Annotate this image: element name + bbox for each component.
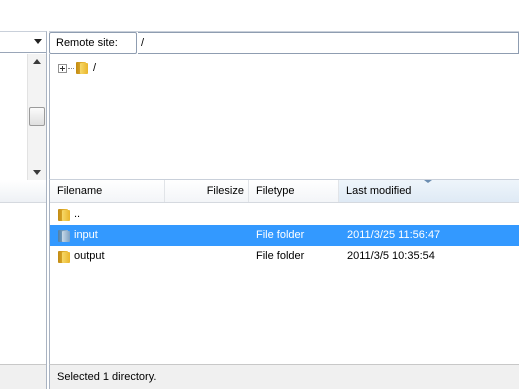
list-item-parent-dir[interactable]: .. [50, 204, 519, 225]
cell-filesize [165, 204, 249, 225]
cell-filetype: File folder [256, 250, 305, 262]
remote-status-bar: Selected 1 directory. [49, 364, 519, 389]
cell-filesize [165, 246, 249, 267]
scrollbar-thumb[interactable] [29, 107, 45, 126]
folder-icon [57, 250, 71, 264]
list-item-input[interactable]: input File folder 2011/3/25 11:56:47 [50, 225, 519, 246]
cell-filename: output [50, 246, 165, 267]
filename-text: input [74, 229, 98, 241]
cell-filetype [249, 204, 339, 225]
cell-last-modified [339, 204, 519, 225]
scroll-up-arrow-icon[interactable] [33, 59, 41, 64]
column-header-filesize[interactable]: Filesize [165, 180, 249, 202]
column-header-last-modified-label: Last modified [346, 185, 412, 197]
status-text: Selected 1 directory. [57, 371, 157, 383]
list-header: Filename Filesize Filetype Last modified [50, 180, 519, 203]
tree-node-label: / [93, 62, 97, 74]
remote-file-list: Filename Filesize Filetype Last modified… [49, 180, 519, 364]
list-item-output[interactable]: output File folder 2011/3/5 10:35:54 [50, 246, 519, 267]
cell-last-modified: 2011/3/25 11:56:47 [347, 229, 441, 241]
column-header-filetype[interactable]: Filetype [249, 180, 339, 202]
folder-icon [57, 208, 71, 222]
local-list-header [0, 180, 46, 203]
local-pane-file-list [0, 180, 47, 389]
remote-site-bar: Remote site: / [49, 31, 519, 54]
filename-text: output [74, 250, 105, 262]
local-status-bar [0, 364, 46, 389]
local-tree-scrollbar[interactable] [27, 54, 46, 181]
column-header-last-modified[interactable]: Last modified [339, 180, 519, 202]
file-rows: .. input File folder 2011/3/25 11:56:47 … [50, 204, 519, 267]
folder-icon [57, 229, 71, 243]
local-pane-tree [0, 31, 47, 181]
scroll-down-arrow-icon[interactable] [33, 170, 41, 175]
chevron-down-icon[interactable] [34, 39, 42, 44]
sort-descending-icon [424, 180, 432, 183]
folder-icon [75, 61, 89, 75]
column-header-filename[interactable]: Filename [50, 180, 165, 202]
cell-filesize [165, 225, 249, 246]
local-site-dropdown[interactable] [0, 32, 46, 53]
remote-site-label: Remote site: [49, 32, 137, 54]
tree-node-root[interactable]: / [58, 60, 96, 76]
plus-expander-icon[interactable] [58, 63, 67, 73]
cell-filename: .. [50, 204, 165, 225]
remote-site-path-input[interactable]: / [138, 32, 519, 54]
cell-filetype: File folder [256, 229, 305, 241]
tree-connector [68, 67, 74, 69]
filename-text: .. [74, 208, 81, 220]
toolbar-area [0, 0, 519, 30]
cell-filename: input [50, 225, 165, 246]
cell-last-modified: 2011/3/5 10:35:54 [347, 250, 435, 262]
remote-directory-tree: / [49, 54, 519, 180]
